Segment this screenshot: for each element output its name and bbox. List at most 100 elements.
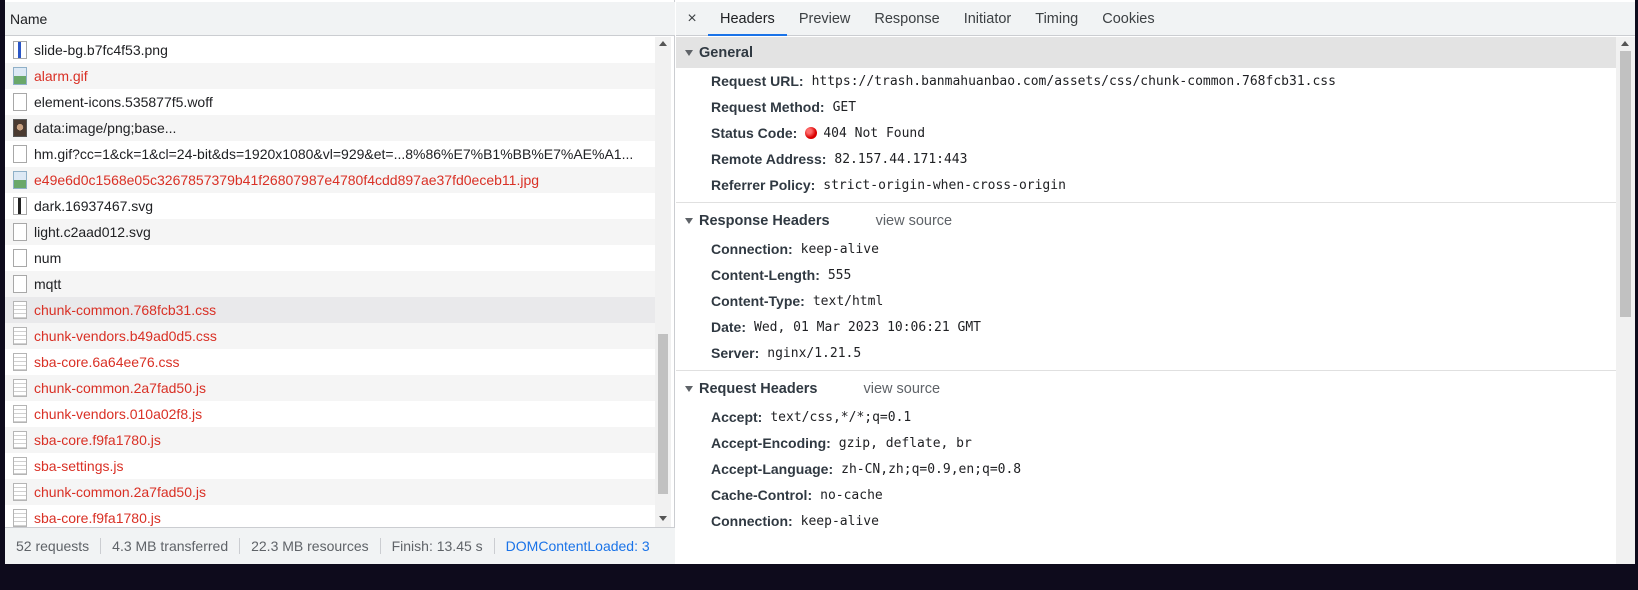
request-name: chunk-vendors.010a02f8.js [34,406,203,422]
view-source-link[interactable]: view source [863,381,940,397]
tab-preview[interactable]: Preview [787,2,863,35]
request-row[interactable]: light.c2aad012.svg [5,219,655,245]
request-row[interactable]: chunk-vendors.b49ad0d5.css [5,323,655,349]
close-icon[interactable]: × [676,2,708,35]
tab-initiator[interactable]: Initiator [952,2,1024,35]
request-row[interactable]: element-icons.535877f5.woff [5,89,655,115]
header-value: GET [832,99,857,115]
header-row: Status Code: 404 Not Found [676,120,1616,146]
name-column-label: Name [10,10,48,27]
request-row[interactable]: slide-bg.b7fc4f53.png [5,37,655,63]
expand-triangle-icon [685,385,693,392]
request-name: e49e6d0c1568e05c3267857379b41f26807987e4… [34,172,540,188]
header-row: Server: nginx/1.21.5 [676,340,1616,366]
request-row[interactable]: num [5,245,655,271]
general-section-header[interactable]: General [676,37,1616,68]
header-value: strict-origin-when-cross-origin [823,177,1066,193]
file-icon [13,145,27,163]
request-row[interactable]: sba-settings.js [5,453,655,479]
request-row[interactable]: chunk-common.2a7fad50.js [5,375,655,401]
request-row[interactable]: chunk-common.2a7fad50.js [5,479,655,505]
request-row[interactable]: data:image/png;base... [5,115,655,141]
headers-content: General Request URL: https://trash.banma… [676,37,1616,564]
request-row[interactable]: sba-core.f9fa1780.js [5,505,655,527]
js-file-icon [13,509,27,527]
expand-triangle-icon [685,49,693,56]
header-key: Request URL: [711,73,804,89]
broken-image-icon [13,171,27,189]
header-row: Accept-Encoding: gzip, deflate, br [676,430,1616,456]
request-headers-section-header[interactable]: Request Headers view source [676,373,1616,404]
request-row[interactable]: e49e6d0c1568e05c3267857379b41f26807987e4… [5,167,655,193]
request-name: element-icons.535877f5.woff [34,94,213,110]
header-row: Accept: text/css,*/*;q=0.1 [676,404,1616,430]
section-divider [676,370,1616,371]
header-key: Date: [711,319,747,335]
request-name: mqtt [34,276,62,292]
header-value: 82.157.44.171:443 [834,151,968,167]
tab-response[interactable]: Response [862,2,951,35]
request-name: chunk-vendors.b49ad0d5.css [34,328,217,344]
request-row[interactable]: chunk-common.768fcb31.css [5,297,655,323]
request-name: sba-settings.js [34,458,124,474]
name-column-header[interactable]: Name [5,2,675,36]
request-name: light.c2aad012.svg [34,224,151,240]
request-row[interactable]: chunk-vendors.010a02f8.js [5,401,655,427]
network-summary-bar: 52 requests 4.3 MB transferred 22.3 MB r… [5,527,675,564]
request-row[interactable]: sba-core.6a64ee76.css [5,349,655,375]
tab-label: Cookies [1102,10,1155,27]
request-name: sba-core.6a64ee76.css [34,354,180,370]
header-value: no-cache [820,487,883,503]
view-source-link[interactable]: view source [876,213,953,229]
tab-label: Preview [798,10,851,27]
request-name: sba-core.f9fa1780.js [34,510,161,526]
section-divider [676,202,1616,203]
scroll-up-arrow-icon[interactable] [659,41,667,46]
request-row[interactable]: mqtt [5,271,655,297]
request-row[interactable]: dark.16937467.svg [5,193,655,219]
tab-cookies[interactable]: Cookies [1090,2,1166,35]
header-key: Status Code: [711,125,798,141]
scroll-up-arrow-icon[interactable] [1621,41,1629,46]
scrollbar-thumb[interactable] [658,334,668,494]
finish-time: Finish: 13.45 s [381,538,495,554]
tab-label: Timing [1035,10,1079,27]
js-file-icon [13,457,27,475]
header-value: text/css,*/*;q=0.1 [770,409,912,425]
details-tab-bar: × Headers Preview Response Initiator Tim… [676,2,1635,36]
tab-headers[interactable]: Headers [708,2,787,36]
request-name: num [34,250,62,266]
css-file-icon [13,327,27,345]
header-row: Remote Address: 82.157.44.171:443 [676,146,1616,172]
devtools-network-window: Name slide-bg.b7fc4f53.png alarm.gif eleme… [5,0,1635,564]
request-row[interactable]: alarm.gif [5,63,655,89]
tab-timing[interactable]: Timing [1023,2,1090,35]
css-file-icon [13,353,27,371]
image-thumbnail-icon [13,119,27,137]
request-name: data:image/png;base... [34,120,177,136]
header-key: Connection: [711,241,793,257]
request-list-scrollbar[interactable] [655,37,671,527]
header-row: Request Method: GET [676,94,1616,120]
header-key: Remote Address: [711,151,827,167]
domcontentloaded-time: DOMContentLoaded: 3 [505,538,650,554]
scrollbar-thumb[interactable] [1620,51,1631,317]
header-row: Accept-Language: zh-CN,zh;q=0.9,en;q=0.8 [676,456,1616,482]
header-key: Request Method: [711,99,825,115]
tab-label: Response [874,10,940,27]
request-row[interactable]: hm.gif?cc=1&ck=1&cl=24-bit&ds=1920x1080&… [5,141,655,167]
request-list: slide-bg.b7fc4f53.png alarm.gif element-ic… [5,37,655,527]
request-name: sba-core.f9fa1780.js [34,432,161,448]
header-value: nginx/1.21.5 [767,345,862,361]
header-row: Content-Length: 555 [676,262,1616,288]
section-title: General [699,44,753,61]
details-scrollbar[interactable] [1616,37,1635,564]
request-row[interactable]: sba-core.f9fa1780.js [5,427,655,453]
header-key: Server: [711,345,760,361]
response-headers-section-header[interactable]: Response Headers view source [676,205,1616,236]
broken-image-icon [13,67,27,85]
header-row: Request URL: https://trash.banmahuanbao.… [676,68,1616,94]
header-key: Content-Length: [711,267,820,283]
header-value: keep-alive [800,241,879,257]
scroll-down-arrow-icon[interactable] [659,516,667,521]
